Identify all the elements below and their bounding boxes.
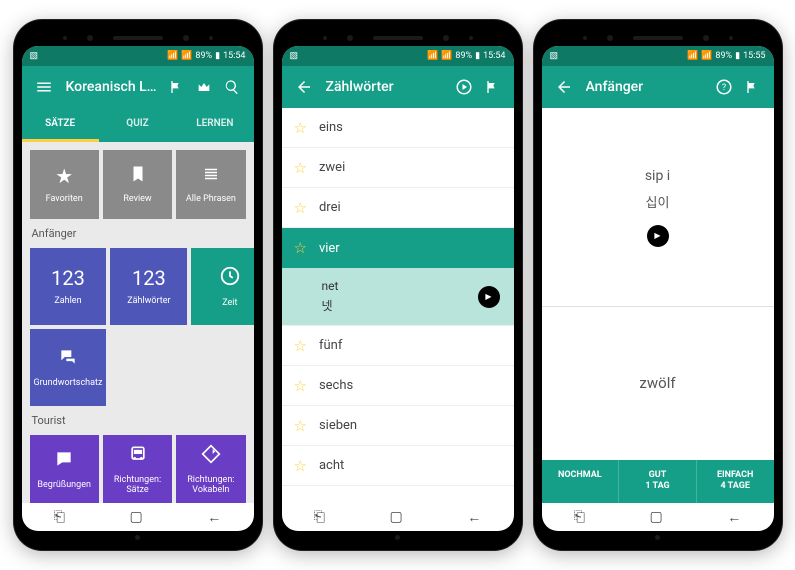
back-icon[interactable] [550, 73, 578, 101]
battery-text: 89% [195, 51, 212, 61]
speech-icon [54, 449, 74, 474]
tile-richtungen-saetze[interactable]: Richtungen: Sätze [103, 435, 172, 503]
phone-2: ▧ 📶📶 89%▮ 15:54 Zählwörter ☆eins ☆zwei [274, 20, 522, 550]
review-buttons: NOCHMAL GUT 1 TAG EINFACH 4 TAGE [542, 460, 774, 503]
android-nav: ⎗ ▢ ← [22, 503, 254, 531]
list-item[interactable]: ☆eins [282, 108, 514, 148]
list-item-selected[interactable]: ☆vier [282, 228, 514, 268]
home-icon[interactable]: ▢ [649, 509, 662, 525]
tile-begruessungen[interactable]: Begrüßungen [30, 435, 99, 503]
status-bar: ▧ 📶📶 89%▮ 15:55 [542, 46, 774, 66]
tile-zahlen[interactable]: 123 Zahlen [30, 248, 107, 325]
app-bar: Zählwörter [282, 66, 514, 108]
app-title: Koreanisch L… [66, 79, 162, 95]
tab-saetze[interactable]: SÄTZE [22, 108, 99, 142]
tab-quiz[interactable]: QUIZ [99, 108, 176, 142]
phone-1: ▧ 📶📶 89% ▮ 15:54 Koreanisch L… [14, 20, 262, 550]
list-item[interactable]: ☆drei [282, 188, 514, 228]
star-icon[interactable]: ☆ [294, 417, 307, 435]
romanization: sip i [645, 168, 670, 184]
phone-3: ▧ 📶📶 89%▮ 15:55 Anfänger ? sip i 십이 [534, 20, 782, 550]
sensor-bar [542, 30, 774, 46]
recent-apps-icon[interactable]: ⎗ [54, 509, 65, 525]
menu-icon[interactable] [30, 73, 58, 101]
numbers-icon: 123 [132, 266, 166, 290]
bookmark-icon [129, 164, 147, 188]
star-icon[interactable]: ☆ [294, 239, 307, 257]
svg-text:?: ? [721, 83, 725, 93]
romanization: net [322, 279, 478, 293]
star-icon: ★ [55, 164, 73, 188]
clock: 15:54 [223, 51, 245, 61]
app-title: Anfänger [586, 79, 710, 95]
app-bar: Koreanisch L… [22, 66, 254, 108]
android-nav: ⎗ ▢ ← [282, 503, 514, 531]
word-list: ☆eins ☆zwei ☆drei ☆vier net 넷 ▶ ☆fünf ☆s… [282, 108, 514, 503]
star-icon[interactable]: ☆ [294, 377, 307, 395]
list-icon [202, 164, 220, 188]
tile-grundwortschatz[interactable]: Grundwortschatz [30, 329, 107, 406]
directions-icon [201, 444, 221, 469]
help-icon[interactable]: ? [710, 73, 738, 101]
flashcard-back[interactable]: zwölf [542, 307, 774, 459]
star-icon[interactable]: ☆ [294, 199, 307, 217]
sensor-bar [282, 30, 514, 46]
android-nav: ⎗ ▢ ← [542, 503, 774, 531]
flag-icon[interactable] [738, 73, 766, 101]
list-item[interactable]: ☆zwei [282, 148, 514, 188]
native-text: 넷 [322, 297, 478, 314]
status-bar: ▧ 📶📶 89% ▮ 15:54 [22, 46, 254, 66]
tile-review[interactable]: Review [103, 150, 172, 219]
list-item[interactable]: ☆fünf [282, 326, 514, 366]
app-bar: Anfänger ? [542, 66, 774, 108]
list-item[interactable]: ☆sechs [282, 366, 514, 406]
crown-icon[interactable] [190, 73, 218, 101]
bus-icon [128, 444, 148, 469]
easy-button[interactable]: EINFACH 4 TAGE [697, 460, 774, 503]
native-text: 십이 [646, 192, 670, 211]
sensor-bar [22, 30, 254, 46]
star-icon[interactable]: ☆ [294, 457, 307, 475]
back-icon[interactable]: ← [467, 509, 481, 526]
recent-apps-icon[interactable]: ⎗ [574, 509, 585, 525]
tile-zeit[interactable]: Zeit [191, 248, 253, 325]
star-icon[interactable]: ☆ [294, 337, 307, 355]
recent-apps-icon[interactable]: ⎗ [314, 509, 325, 525]
star-icon[interactable]: ☆ [294, 159, 307, 177]
status-bar: ▧ 📶📶 89%▮ 15:54 [282, 46, 514, 66]
tabs: SÄTZE QUIZ LERNEN [22, 108, 254, 142]
again-button[interactable]: NOCHMAL [542, 460, 620, 503]
list-item[interactable]: ☆acht [282, 446, 514, 486]
star-icon[interactable]: ☆ [294, 119, 307, 137]
good-button[interactable]: GUT 1 TAG [619, 460, 697, 503]
chat-icon [58, 347, 78, 372]
flag-icon[interactable] [478, 73, 506, 101]
back-icon[interactable] [290, 73, 318, 101]
back-icon[interactable]: ← [727, 509, 741, 526]
clock-icon [219, 265, 241, 292]
numbers-icon: 123 [51, 266, 85, 290]
back-icon[interactable]: ← [207, 509, 221, 526]
expanded-translation: net 넷 ▶ [282, 268, 514, 326]
section-tourist: Tourist [22, 406, 254, 431]
flashcard-front: sip i 십이 ▶ [542, 108, 774, 307]
flag-icon[interactable] [162, 73, 190, 101]
tab-lernen[interactable]: LERNEN [176, 108, 253, 142]
tile-richtungen-vokabeln[interactable]: Richtungen: Vokabeln [176, 435, 245, 503]
app-title: Zählwörter [326, 79, 450, 95]
tile-favoriten[interactable]: ★ Favoriten [30, 150, 99, 219]
home-icon[interactable]: ▢ [129, 509, 142, 525]
play-audio-button[interactable]: ▶ [647, 225, 669, 247]
search-icon[interactable] [218, 73, 246, 101]
flashcard: sip i 십이 ▶ zwölf [542, 108, 774, 460]
tile-alle-phrasen[interactable]: Alle Phrasen [176, 150, 245, 219]
section-anfaenger: Anfänger [22, 219, 254, 244]
home-icon[interactable]: ▢ [389, 509, 402, 525]
tile-zaehlwoerter[interactable]: 123 Zählwörter [110, 248, 187, 325]
list-item[interactable]: ☆sieben [282, 406, 514, 446]
play-all-icon[interactable] [450, 73, 478, 101]
play-audio-button[interactable]: ▶ [478, 286, 500, 308]
